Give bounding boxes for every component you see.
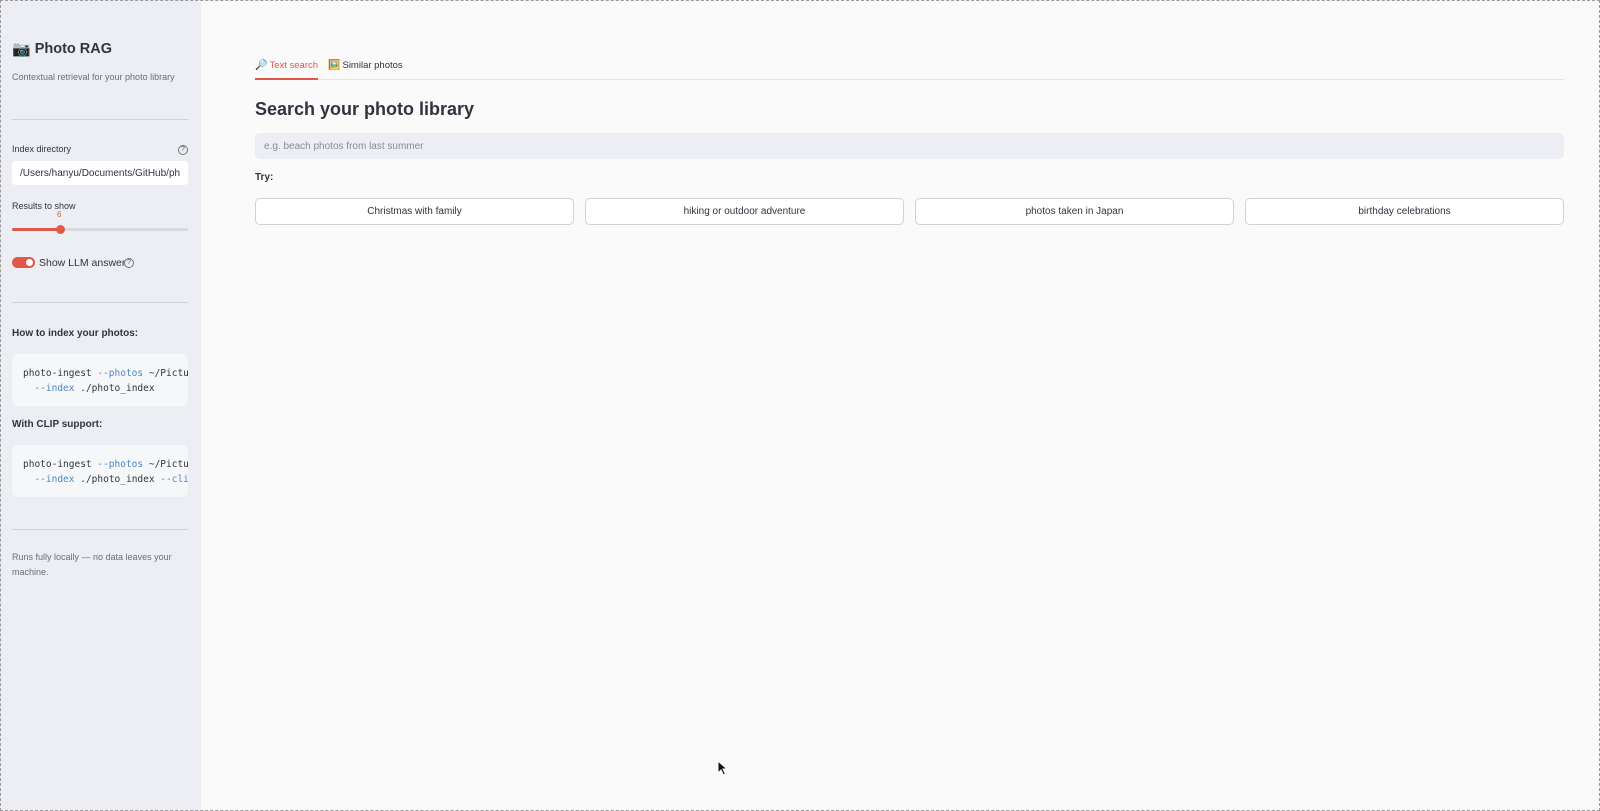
code-flag: --clip (160, 474, 188, 485)
code-text: ~/Pictures (148, 459, 188, 470)
suggestion-button-christmas[interactable]: Christmas with family (255, 198, 574, 225)
sidebar-divider (12, 529, 188, 530)
window-frame (0, 0, 1600, 811)
code-text: ./photo_index (74, 474, 161, 485)
code-text: photo-ingest (23, 368, 98, 379)
clip-support-heading: With CLIP support: (12, 419, 103, 430)
app-title-text: Photo RAG (34, 41, 113, 57)
slider-thumb[interactable] (56, 225, 65, 234)
suggestion-button-hiking[interactable]: hiking or outdoor adventure (585, 198, 904, 225)
index-directory-label: Index directory (12, 144, 72, 154)
code-block-clip: photo-ingest --photos ~/Pictures --index… (12, 445, 188, 497)
app-title: 📷 Photo RAG (12, 40, 112, 58)
magnifier-icon: 🔎 (255, 60, 268, 71)
page-title: Search your photo library (255, 99, 475, 119)
tab-label: Text search (269, 60, 319, 71)
tab-bar: 🔎 Text search 🖼️ Similar photos (255, 58, 1564, 80)
search-input[interactable] (255, 133, 1564, 159)
code-text: ./photo_index (74, 383, 155, 394)
slider-fill (12, 228, 60, 231)
code-text: photo-ingest (23, 459, 98, 470)
code-block-ingest: photo-ingest --photos ~/Pictures --index… (12, 354, 188, 406)
toggle-knob (26, 259, 33, 266)
camera-icon: 📷 (12, 41, 31, 58)
code-flag: --photos (97, 459, 144, 470)
footer-note: Runs fully locally — no data leaves your… (12, 552, 172, 577)
tab-label: Similar photos (342, 60, 403, 71)
sidebar: 📷 Photo RAG Contextual retrieval for you… (0, 0, 201, 811)
suggestion-button-birthday[interactable]: birthday celebrations (1245, 198, 1564, 225)
code-text: ~/Pictures (148, 368, 188, 379)
code-flag: --index (34, 474, 75, 485)
tab-similar-photos[interactable]: 🖼️ Similar photos (328, 58, 403, 80)
llm-answer-label: Show LLM answer (39, 257, 126, 269)
slider-value: 6 (57, 210, 62, 219)
try-label: Try: (255, 172, 274, 183)
results-slider[interactable]: 6 (12, 210, 188, 234)
mouse-cursor-icon (717, 760, 729, 776)
sidebar-divider (12, 302, 188, 303)
index-directory-input[interactable] (12, 161, 188, 185)
help-icon[interactable]: ? (124, 258, 134, 268)
code-flag: --photos (97, 368, 144, 379)
how-to-index-heading: How to index your photos: (12, 328, 139, 339)
app-subtitle: Contextual retrieval for your photo libr… (12, 72, 175, 82)
help-icon[interactable]: ? (178, 145, 188, 155)
suggestion-button-japan[interactable]: photos taken in Japan (915, 198, 1234, 225)
sidebar-divider (12, 119, 188, 120)
picture-icon: 🖼️ (328, 60, 341, 71)
code-flag: --index (34, 383, 75, 394)
suggestion-list: Christmas with family hiking or outdoor … (255, 198, 1564, 225)
tab-text-search[interactable]: 🔎 Text search (255, 58, 319, 80)
llm-answer-toggle[interactable] (12, 257, 35, 268)
